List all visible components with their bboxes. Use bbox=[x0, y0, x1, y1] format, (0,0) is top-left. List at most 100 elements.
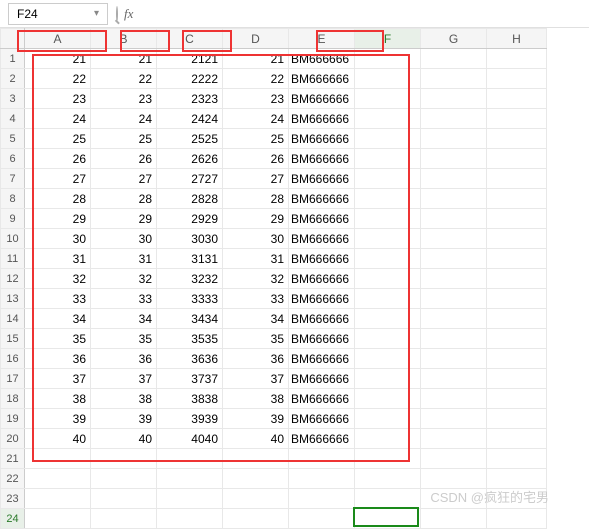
cell-D12[interactable]: 32 bbox=[223, 269, 289, 289]
cell-D16[interactable]: 36 bbox=[223, 349, 289, 369]
cell-D17[interactable]: 37 bbox=[223, 369, 289, 389]
cell-D5[interactable]: 25 bbox=[223, 129, 289, 149]
cell-C23[interactable] bbox=[157, 489, 223, 509]
row-header-9[interactable]: 9 bbox=[1, 209, 25, 229]
cell-D9[interactable]: 29 bbox=[223, 209, 289, 229]
cell-F11[interactable] bbox=[355, 249, 421, 269]
cell-B13[interactable]: 33 bbox=[91, 289, 157, 309]
cell-C18[interactable]: 3838 bbox=[157, 389, 223, 409]
cell-H15[interactable] bbox=[487, 329, 547, 349]
cell-B21[interactable] bbox=[91, 449, 157, 469]
cell-F17[interactable] bbox=[355, 369, 421, 389]
cell-H21[interactable] bbox=[487, 449, 547, 469]
row-header-13[interactable]: 13 bbox=[1, 289, 25, 309]
select-all-corner[interactable] bbox=[1, 29, 25, 49]
cell-H11[interactable] bbox=[487, 249, 547, 269]
cell-H13[interactable] bbox=[487, 289, 547, 309]
cell-B6[interactable]: 26 bbox=[91, 149, 157, 169]
cell-C14[interactable]: 3434 bbox=[157, 309, 223, 329]
cell-F16[interactable] bbox=[355, 349, 421, 369]
cell-D3[interactable]: 23 bbox=[223, 89, 289, 109]
cell-A11[interactable]: 31 bbox=[25, 249, 91, 269]
cell-H14[interactable] bbox=[487, 309, 547, 329]
cell-E5[interactable]: BM666666 bbox=[289, 129, 355, 149]
name-box[interactable]: F24 ▾ bbox=[8, 3, 108, 25]
cell-G19[interactable] bbox=[421, 409, 487, 429]
cell-C21[interactable] bbox=[157, 449, 223, 469]
cell-E19[interactable]: BM666666 bbox=[289, 409, 355, 429]
cell-B7[interactable]: 27 bbox=[91, 169, 157, 189]
fx-icon[interactable]: fx bbox=[124, 6, 133, 22]
cell-C1[interactable]: 2121 bbox=[157, 49, 223, 69]
cell-G15[interactable] bbox=[421, 329, 487, 349]
row-header-6[interactable]: 6 bbox=[1, 149, 25, 169]
cell-A10[interactable]: 30 bbox=[25, 229, 91, 249]
row-header-4[interactable]: 4 bbox=[1, 109, 25, 129]
cell-D23[interactable] bbox=[223, 489, 289, 509]
cell-F7[interactable] bbox=[355, 169, 421, 189]
cell-D1[interactable]: 21 bbox=[223, 49, 289, 69]
cell-D8[interactable]: 28 bbox=[223, 189, 289, 209]
row-header-21[interactable]: 21 bbox=[1, 449, 25, 469]
row-header-5[interactable]: 5 bbox=[1, 129, 25, 149]
cell-F19[interactable] bbox=[355, 409, 421, 429]
cell-H4[interactable] bbox=[487, 109, 547, 129]
cell-G5[interactable] bbox=[421, 129, 487, 149]
cell-E22[interactable] bbox=[289, 469, 355, 489]
cell-F9[interactable] bbox=[355, 209, 421, 229]
cell-F2[interactable] bbox=[355, 69, 421, 89]
cell-F18[interactable] bbox=[355, 389, 421, 409]
cell-G16[interactable] bbox=[421, 349, 487, 369]
cell-A21[interactable] bbox=[25, 449, 91, 469]
cell-B15[interactable]: 35 bbox=[91, 329, 157, 349]
cell-D2[interactable]: 22 bbox=[223, 69, 289, 89]
cell-B2[interactable]: 22 bbox=[91, 69, 157, 89]
cell-A1[interactable]: 21 bbox=[25, 49, 91, 69]
cell-G18[interactable] bbox=[421, 389, 487, 409]
cell-D20[interactable]: 40 bbox=[223, 429, 289, 449]
cell-D21[interactable] bbox=[223, 449, 289, 469]
cell-F6[interactable] bbox=[355, 149, 421, 169]
row-header-23[interactable]: 23 bbox=[1, 489, 25, 509]
cell-E20[interactable]: BM666666 bbox=[289, 429, 355, 449]
cell-G20[interactable] bbox=[421, 429, 487, 449]
cell-G8[interactable] bbox=[421, 189, 487, 209]
column-header-A[interactable]: A bbox=[25, 29, 91, 49]
row-header-12[interactable]: 12 bbox=[1, 269, 25, 289]
cell-H12[interactable] bbox=[487, 269, 547, 289]
cell-D22[interactable] bbox=[223, 469, 289, 489]
cell-F13[interactable] bbox=[355, 289, 421, 309]
cell-D11[interactable]: 31 bbox=[223, 249, 289, 269]
row-header-16[interactable]: 16 bbox=[1, 349, 25, 369]
cell-D7[interactable]: 27 bbox=[223, 169, 289, 189]
cell-A4[interactable]: 24 bbox=[25, 109, 91, 129]
row-header-7[interactable]: 7 bbox=[1, 169, 25, 189]
column-header-B[interactable]: B bbox=[91, 29, 157, 49]
row-header-14[interactable]: 14 bbox=[1, 309, 25, 329]
cell-A2[interactable]: 22 bbox=[25, 69, 91, 89]
cell-G17[interactable] bbox=[421, 369, 487, 389]
cell-H17[interactable] bbox=[487, 369, 547, 389]
cell-A22[interactable] bbox=[25, 469, 91, 489]
cell-E2[interactable]: BM666666 bbox=[289, 69, 355, 89]
cell-C13[interactable]: 3333 bbox=[157, 289, 223, 309]
cell-A13[interactable]: 33 bbox=[25, 289, 91, 309]
cell-C6[interactable]: 2626 bbox=[157, 149, 223, 169]
cell-A6[interactable]: 26 bbox=[25, 149, 91, 169]
cell-A23[interactable] bbox=[25, 489, 91, 509]
cell-D18[interactable]: 38 bbox=[223, 389, 289, 409]
cell-H8[interactable] bbox=[487, 189, 547, 209]
cell-B5[interactable]: 25 bbox=[91, 129, 157, 149]
cell-C8[interactable]: 2828 bbox=[157, 189, 223, 209]
cell-A15[interactable]: 35 bbox=[25, 329, 91, 349]
cell-B9[interactable]: 29 bbox=[91, 209, 157, 229]
cell-G1[interactable] bbox=[421, 49, 487, 69]
cell-B1[interactable]: 21 bbox=[91, 49, 157, 69]
cell-E7[interactable]: BM666666 bbox=[289, 169, 355, 189]
cell-D15[interactable]: 35 bbox=[223, 329, 289, 349]
row-header-17[interactable]: 17 bbox=[1, 369, 25, 389]
cell-H3[interactable] bbox=[487, 89, 547, 109]
cell-E23[interactable] bbox=[289, 489, 355, 509]
cell-C11[interactable]: 3131 bbox=[157, 249, 223, 269]
cell-H5[interactable] bbox=[487, 129, 547, 149]
